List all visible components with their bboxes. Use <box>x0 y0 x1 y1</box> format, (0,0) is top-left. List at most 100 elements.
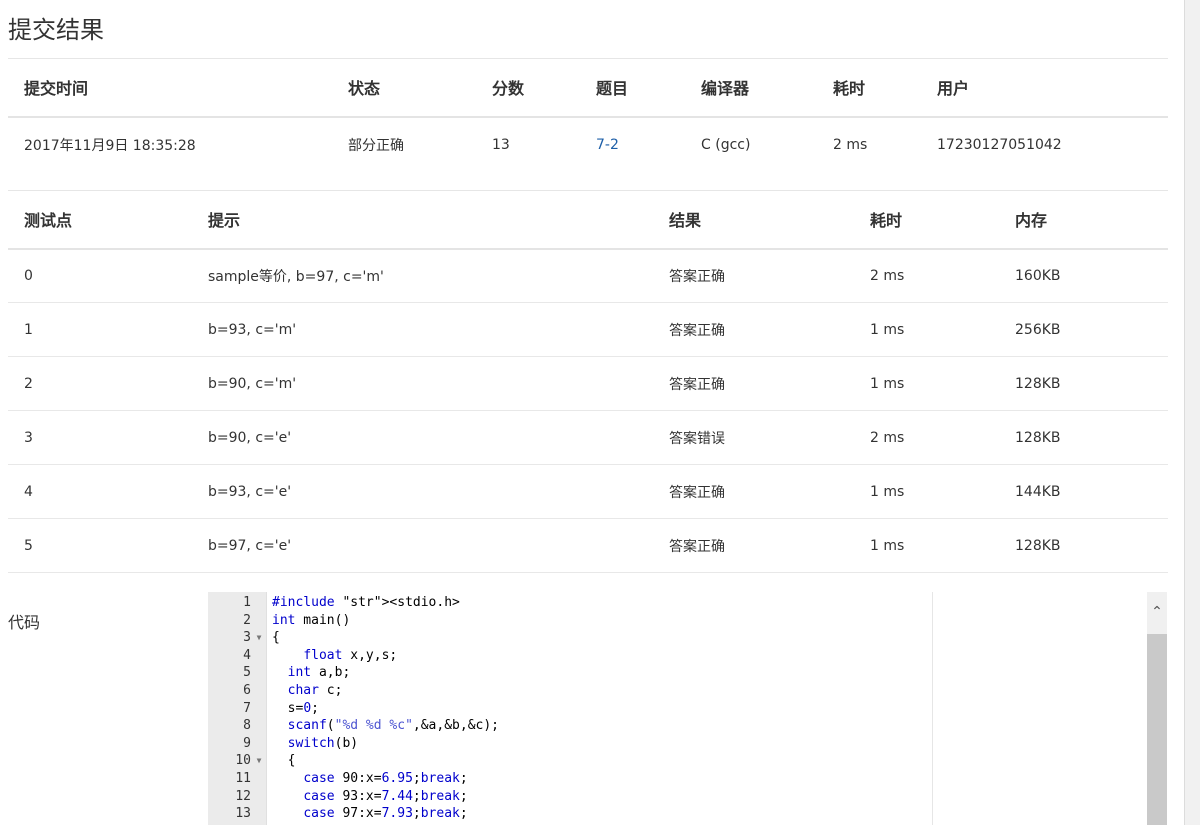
line-number: 13 <box>235 806 251 822</box>
test-hint: b=90, c='e' <box>192 410 653 465</box>
status-badge: 部分正确 <box>348 137 404 154</box>
test-result: 答案正确 <box>653 356 854 411</box>
code-line: 1 #include "str"><stdio.h> <box>208 594 933 612</box>
scrollbar-thumb[interactable] <box>1147 634 1167 825</box>
line-number: 9 <box>243 735 251 751</box>
code-line: 12 case 93:x=7.44;break; <box>208 788 933 806</box>
code-text: float x,y,s; <box>303 647 398 663</box>
line-number: 12 <box>235 788 251 804</box>
code-scrollbar[interactable]: ⌃ <box>1147 592 1167 825</box>
code-text: int a,b; <box>287 665 351 681</box>
code-text: s=0; <box>272 700 319 716</box>
test-id: 5 <box>8 518 192 573</box>
table-row: 0 sample等价, b=97, c='m' 答案正确 2 ms 160KB <box>8 248 1168 303</box>
test-hint: b=97, c='e' <box>192 518 653 573</box>
problem-link[interactable]: 7-2 <box>596 137 619 153</box>
test-id: 1 <box>8 302 192 357</box>
col-status: 状态 <box>332 58 476 118</box>
code-line: 6 char c; <box>208 682 933 700</box>
test-time: 1 ms <box>854 464 999 519</box>
code-line: 7 s=0; <box>208 700 933 718</box>
code-text: { <box>272 753 296 769</box>
col-result: 结果 <box>653 190 854 250</box>
test-memory: 256KB <box>999 302 1168 357</box>
code-line: 2 int main() <box>208 612 933 630</box>
code-line: 4 float x,y,s; <box>208 647 933 665</box>
col-submit-time: 提交时间 <box>8 58 332 118</box>
col-compiler: 编译器 <box>685 58 817 118</box>
summary-row: 2017年11月9日 18:35:28 部分正确 13 7-2 C (gcc) … <box>8 117 1168 172</box>
table-row: 2 b=90, c='m' 答案正确 1 ms 128KB <box>8 356 1168 411</box>
code-editor[interactable]: 1 #include "str"><stdio.h> 2 int main() 3 ▼{4… <box>208 592 933 825</box>
code-text: int main() <box>272 612 351 628</box>
code-text: scanf("%d %d %c",&a,&b,&c); <box>287 718 499 734</box>
code-label: 代码 <box>8 613 41 632</box>
summary-header-row: 提交时间 状态 分数 题目 编译器 耗时 用户 <box>8 58 1168 118</box>
col-hint: 提示 <box>192 190 653 250</box>
col-time: 耗时 <box>854 190 999 250</box>
submission-summary-table: 提交时间 状态 分数 题目 编译器 耗时 用户 2017年11月9日 18:35… <box>8 58 1168 172</box>
table-row: 5 b=97, c='e' 答案正确 1 ms 128KB <box>8 518 1168 573</box>
test-memory: 144KB <box>999 464 1168 519</box>
tests-header-row: 测试点 提示 结果 耗时 内存 <box>8 190 1168 250</box>
code-text: case 97:x=7.93;break; <box>303 806 468 822</box>
code-text: switch(b) <box>287 735 359 751</box>
col-problem: 题目 <box>580 58 685 118</box>
test-id: 0 <box>8 248 192 303</box>
test-hint: sample等价, b=97, c='m' <box>192 248 653 303</box>
test-hint: b=90, c='m' <box>192 356 653 411</box>
code-line: 5 int a,b; <box>208 664 933 682</box>
test-time: 1 ms <box>854 302 999 357</box>
test-id: 3 <box>8 410 192 465</box>
code-line: 13 case 97:x=7.93;break; <box>208 805 933 823</box>
fold-caret-icon[interactable]: ▼ <box>254 752 264 770</box>
col-user: 用户 <box>921 58 1168 118</box>
code-line: 9 switch(b) <box>208 735 933 753</box>
col-test-id: 测试点 <box>8 190 192 250</box>
test-id: 4 <box>8 464 192 519</box>
problem-cell: 7-2 <box>580 117 685 172</box>
user-value: 17230127051042 <box>937 136 1062 153</box>
code-text: char c; <box>287 683 343 698</box>
test-hint: b=93, c='m' <box>192 302 653 357</box>
code-text: case 90:x=6.95;break; <box>303 771 468 786</box>
line-number: 6 <box>243 683 251 698</box>
table-row: 1 b=93, c='m' 答案正确 1 ms 256KB <box>8 302 1168 357</box>
submit-time: 2017年11月9日 18:35:28 <box>24 137 196 154</box>
test-time: 1 ms <box>854 518 999 573</box>
window-edge <box>1184 0 1200 825</box>
chevron-up-icon[interactable]: ⌃ <box>1147 602 1167 622</box>
test-time: 1 ms <box>854 356 999 411</box>
code-text: #include "str"><stdio.h> <box>272 595 460 610</box>
code-text: { <box>272 630 280 646</box>
test-hint: b=93, c='e' <box>192 464 653 519</box>
test-result: 答案错误 <box>653 410 854 465</box>
col-elapsed: 耗时 <box>817 58 921 118</box>
test-time: 2 ms <box>854 248 999 303</box>
test-result: 答案正确 <box>653 302 854 357</box>
line-number: 8 <box>243 718 251 734</box>
col-score: 分数 <box>476 58 580 118</box>
score-value: 13 <box>492 136 510 153</box>
code-text: case 93:x=7.44;break; <box>303 788 468 804</box>
fold-caret-icon[interactable]: ▼ <box>254 629 264 647</box>
table-row: 4 b=93, c='e' 答案正确 1 ms 144KB <box>8 464 1168 519</box>
code-line: 11 case 90:x=6.95;break; <box>208 770 933 788</box>
test-memory: 160KB <box>999 248 1168 303</box>
line-number: 4 <box>243 647 251 663</box>
line-number: 2 <box>243 612 251 628</box>
test-result: 答案正确 <box>653 518 854 573</box>
code-line: 8 scanf("%d %d %c",&a,&b,&c); <box>208 717 933 735</box>
col-memory: 内存 <box>999 190 1168 250</box>
page-title: 提交结果 <box>8 16 104 44</box>
compiler-value: C (gcc) <box>701 136 751 153</box>
line-number: 10 <box>235 753 251 769</box>
code-line: 10 ▼ { <box>208 752 933 770</box>
line-number: 1 <box>243 595 251 610</box>
test-memory: 128KB <box>999 356 1168 411</box>
code-print-margin <box>932 592 933 825</box>
elapsed-value: 2 ms <box>833 136 868 153</box>
table-row: 3 b=90, c='e' 答案错误 2 ms 128KB <box>8 410 1168 465</box>
test-memory: 128KB <box>999 410 1168 465</box>
test-time: 2 ms <box>854 410 999 465</box>
